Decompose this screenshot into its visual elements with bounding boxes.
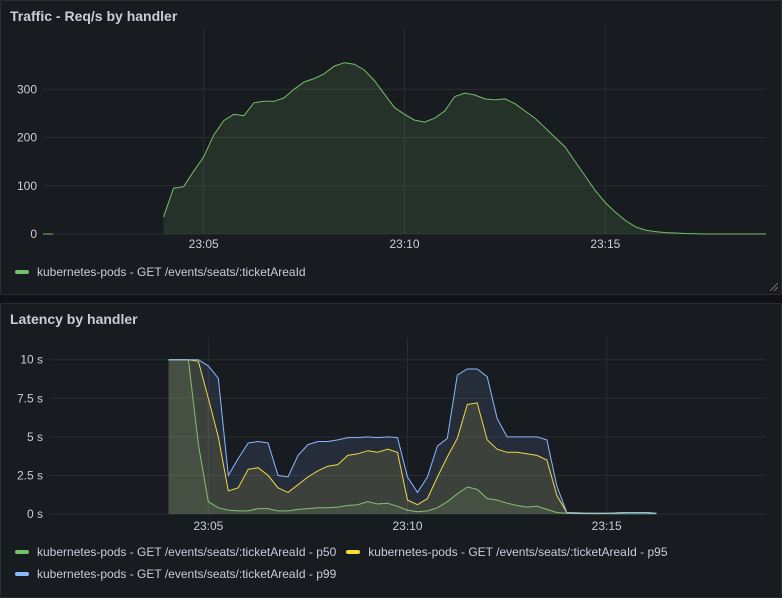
traffic-legend: kubernetes-pods - GET /events/seats/:tic… bbox=[15, 261, 316, 283]
traffic-panel[interactable]: Traffic - Req/s by handler 0 100 200 300 23:… bbox=[0, 0, 782, 295]
legend-item[interactable]: kubernetes-pods - GET /events/seats/:tic… bbox=[15, 261, 306, 283]
legend-swatch-icon bbox=[15, 270, 29, 274]
y-tick-label: 100 bbox=[17, 179, 37, 193]
legend-item[interactable]: kubernetes-pods - GET /events/seats/:tic… bbox=[15, 541, 336, 563]
legend-label: kubernetes-pods - GET /events/seats/:tic… bbox=[368, 545, 668, 559]
y-tick-label: 300 bbox=[17, 82, 37, 96]
x-tick-label: 23:15 bbox=[592, 519, 622, 533]
y-tick-label: 0 bbox=[30, 227, 37, 241]
legend-label: kubernetes-pods - GET /events/seats/:tic… bbox=[37, 545, 337, 559]
x-tick-label: 23:15 bbox=[590, 237, 620, 251]
traffic-chart[interactable]: 0 100 200 300 23:05 23:10 23:15 bbox=[1, 1, 781, 261]
y-tick-label: 2.5 s bbox=[17, 468, 43, 482]
series-area bbox=[163, 62, 766, 235]
x-tick-label: 23:10 bbox=[389, 237, 419, 251]
y-tick-label: 7.5 s bbox=[17, 391, 43, 405]
legend-swatch-icon bbox=[15, 550, 29, 554]
x-tick-label: 23:05 bbox=[193, 519, 223, 533]
legend-swatch-icon bbox=[15, 572, 29, 576]
resize-handle-icon[interactable] bbox=[770, 283, 778, 291]
legend-label: kubernetes-pods - GET /events/seats/:tic… bbox=[37, 567, 337, 581]
legend-label: kubernetes-pods - GET /events/seats/:tic… bbox=[37, 265, 306, 279]
y-tick-label: 10 s bbox=[20, 353, 43, 367]
legend-swatch-icon bbox=[346, 550, 361, 554]
legend-item[interactable]: kubernetes-pods - GET /events/seats/:tic… bbox=[346, 541, 668, 563]
latency-legend: kubernetes-pods - GET /events/seats/:tic… bbox=[15, 541, 775, 585]
y-tick-label: 200 bbox=[17, 131, 37, 145]
x-tick-label: 23:10 bbox=[392, 519, 422, 533]
legend-item[interactable]: kubernetes-pods - GET /events/seats/:tic… bbox=[15, 563, 336, 585]
latency-panel[interactable]: Latency by handler 0 s 2.5 s5 s 7.5 s 10 s2… bbox=[0, 303, 782, 598]
latency-chart[interactable]: 0 s 2.5 s 5 s 7.5 s 10 s 23:05 23:10 23:15 bbox=[1, 304, 781, 539]
x-tick-label: 23:05 bbox=[189, 237, 219, 251]
y-tick-label: 0 s bbox=[27, 507, 43, 521]
y-tick-label: 5 s bbox=[27, 430, 43, 444]
